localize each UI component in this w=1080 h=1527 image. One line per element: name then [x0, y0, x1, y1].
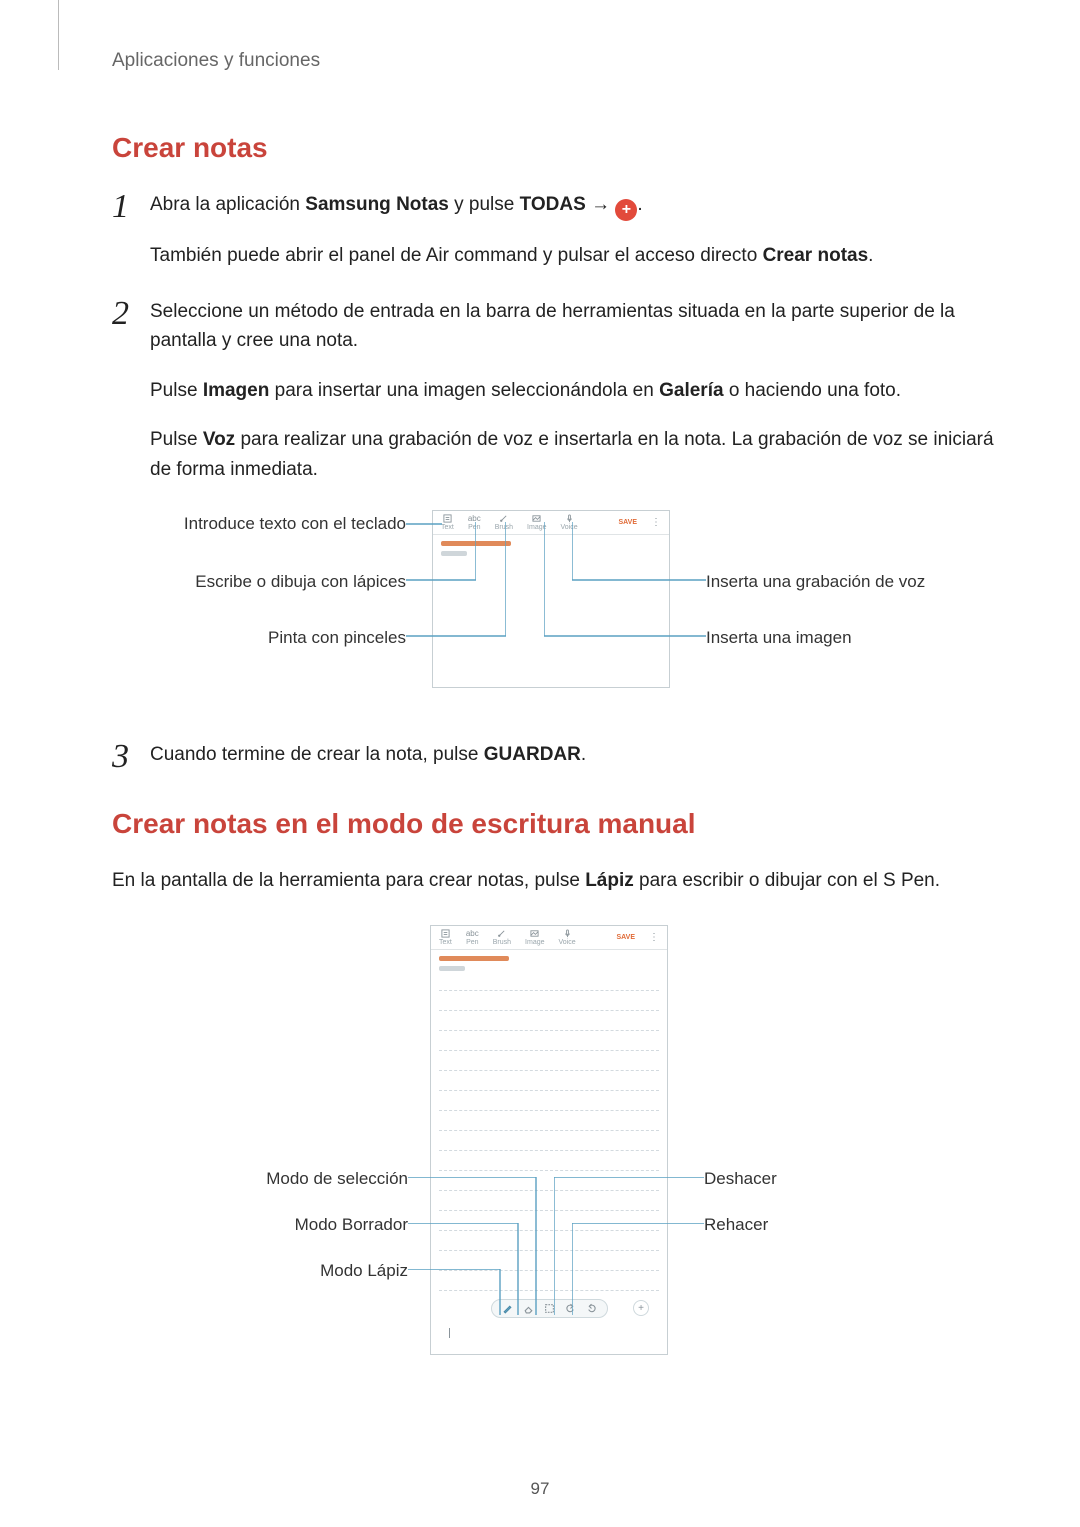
toolbar-brush-icon-2: Brush [493, 929, 511, 946]
diagram-create-notes: Text abcPen Brush Image Voice SAVE ⋮ Int… [146, 510, 966, 710]
breadcrumb: Aplicaciones y funciones [112, 50, 1000, 72]
toolbar-pen-icon-2: abcPen [466, 930, 479, 946]
diagram-handwriting: Text abcPen Brush Image Voice SAVE ⋮ [146, 925, 966, 1365]
callout-undo: Deshacer [704, 1169, 777, 1189]
step-2-p1: Seleccione un método de entrada en la ba… [150, 297, 1000, 356]
step-1-line-1: Abra la aplicación Samsung Notas y pulse… [150, 190, 1000, 221]
step-number-2: 2 [112, 297, 132, 331]
toolbar-voice-icon-2: Voice [559, 929, 576, 946]
heading-handwriting: Crear notas en el modo de escritura manu… [112, 808, 1000, 840]
callout-pen-mode: Modo Lápiz [146, 1261, 408, 1281]
step-2-p2: Pulse Imagen para insertar una imagen se… [150, 376, 1000, 405]
callout-voice: Inserta una grabación de voz [706, 572, 925, 592]
toolbar-save-2: SAVE [616, 934, 635, 941]
callout-image: Inserta una imagen [706, 628, 852, 648]
step-1-line-2: También puede abrir el panel de Air comm… [150, 241, 1000, 270]
callout-brush: Pinta con pinceles [146, 628, 406, 648]
note-toolbar-2: Text abcPen Brush Image Voice SAVE ⋮ [431, 926, 667, 950]
toolbar-more-icon-2: ⋮ [649, 934, 659, 942]
step-1: 1 Abra la aplicación Samsung Notas y pul… [112, 190, 1000, 271]
text-caret [449, 1328, 450, 1338]
callout-pen: Escribe o dibuja con lápices [146, 572, 406, 592]
toolbar-text-icon-2: Text [439, 929, 452, 946]
page-number: 97 [0, 1479, 1080, 1499]
callout-selection-mode: Modo de selección [146, 1169, 408, 1189]
step-number-1: 1 [112, 190, 132, 224]
step-3-p: Cuando termine de crear la nota, pulse G… [150, 740, 1000, 769]
callout-eraser-mode: Modo Borrador [146, 1215, 408, 1235]
page-margin-rule [58, 0, 59, 70]
step-number-3: 3 [112, 740, 132, 774]
step-2: 2 Seleccione un método de entrada en la … [112, 297, 1000, 484]
callout-keyboard-text: Introduce texto con el teclado [146, 514, 406, 534]
callout-redo: Rehacer [704, 1215, 768, 1235]
note-date-placeholder-2 [439, 956, 509, 961]
note-meta-2 [431, 950, 667, 971]
step-2-p3: Pulse Voz para realizar una grabación de… [150, 425, 1000, 484]
handwriting-intro: En la pantalla de la herramienta para cr… [112, 866, 1000, 895]
step-3: 3 Cuando termine de crear la nota, pulse… [112, 740, 1000, 774]
heading-crear-notas: Crear notas [112, 132, 1000, 164]
toolbar-image-icon-2: Image [525, 929, 544, 946]
plus-icon: + [615, 199, 637, 221]
